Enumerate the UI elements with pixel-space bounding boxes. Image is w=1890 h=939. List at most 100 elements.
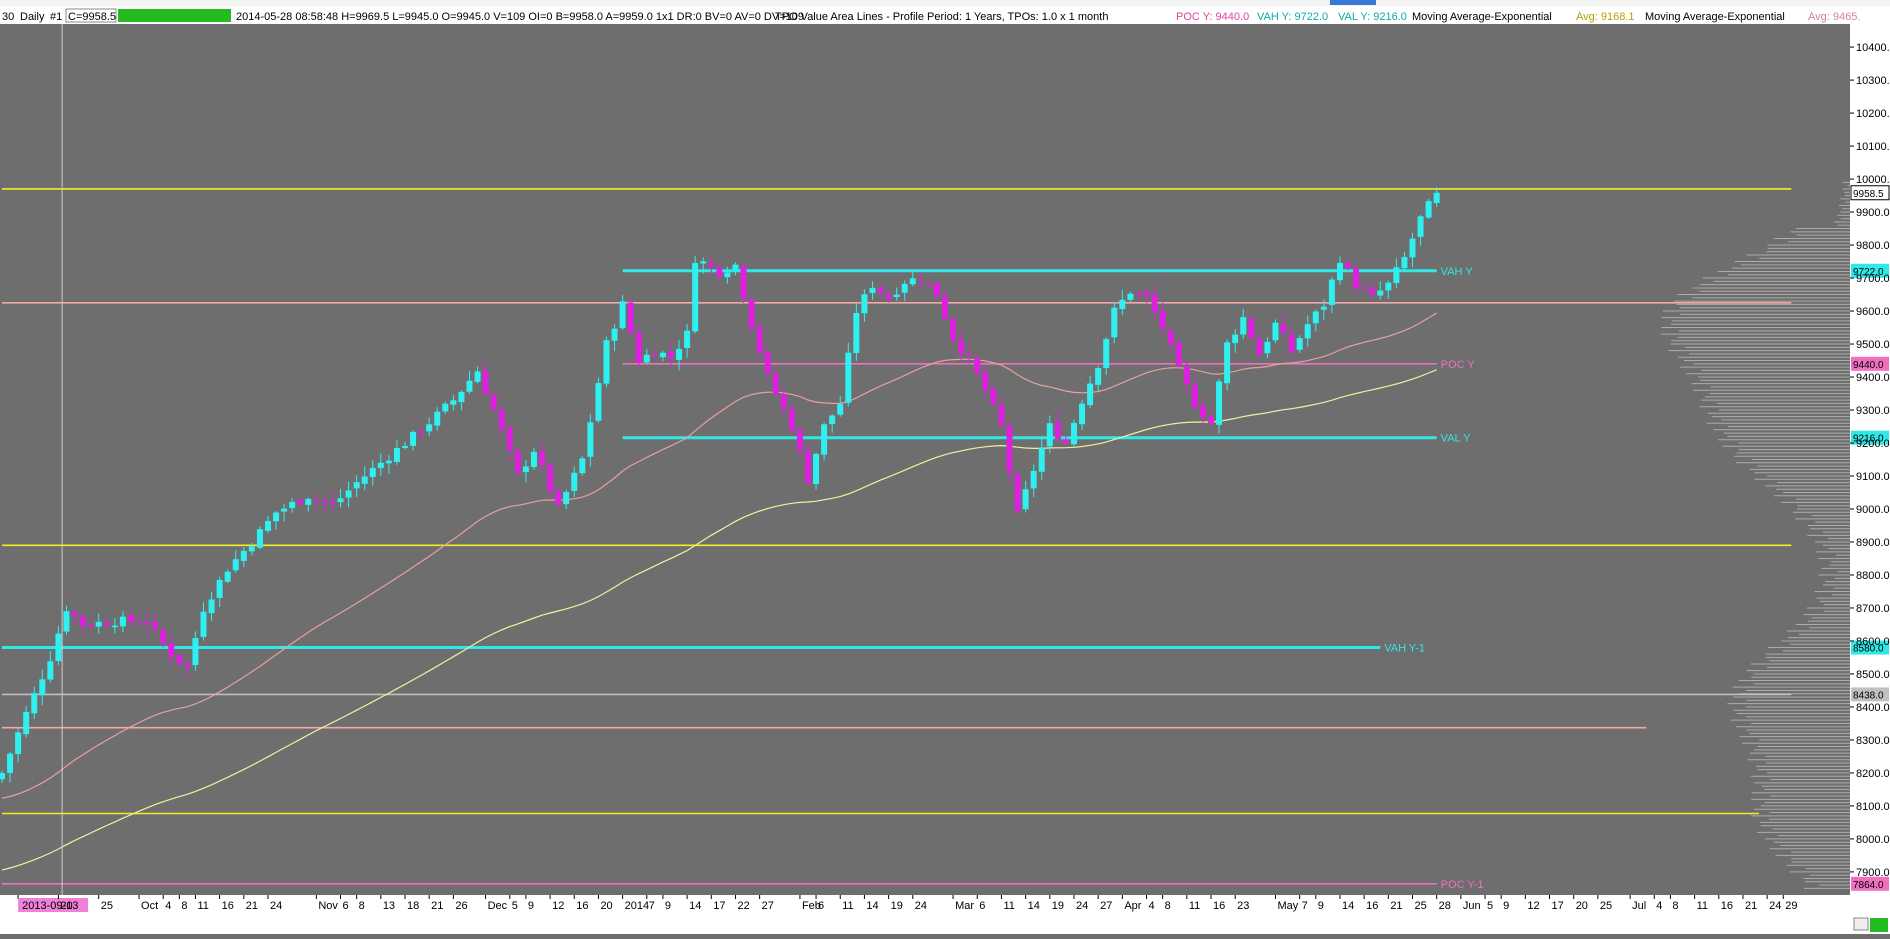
candle[interactable] <box>1272 319 1279 343</box>
candle-body <box>998 404 1005 425</box>
candle-body <box>1401 257 1408 269</box>
poc-y-line-price-tag-text: 9440.0 <box>1853 360 1884 371</box>
candlestick-chart[interactable]: 30 Daily #1 C=9958.5 2014-05-28 08:58:48 H=9… <box>0 0 1890 934</box>
candle-body <box>1119 299 1126 310</box>
header-tpo-study: TPO Value Area Lines - Profile Period: 1… <box>775 11 1108 23</box>
candle-body <box>240 550 247 561</box>
y-tick-label: 9600.0 <box>1856 306 1890 318</box>
candle-body <box>256 529 263 548</box>
candle[interactable] <box>1014 469 1021 516</box>
chart-window[interactable]: 30 Daily #1 C=9958.5 2014-05-28 08:58:48 H=9… <box>0 0 1890 934</box>
candle-body <box>1087 383 1094 406</box>
candle[interactable] <box>1425 198 1432 220</box>
candle[interactable] <box>933 281 940 299</box>
candle[interactable] <box>627 296 634 338</box>
candle-body <box>514 450 521 474</box>
candle-body <box>1361 287 1368 289</box>
candle-body <box>1151 294 1158 312</box>
candle[interactable] <box>595 377 602 423</box>
candle-body <box>329 502 336 505</box>
candle-body <box>7 753 14 773</box>
y-tick-label: 9200.0 <box>1856 438 1890 450</box>
candle-body <box>635 332 642 364</box>
candle-body <box>1127 293 1134 300</box>
x-tick-label: 11 <box>1189 900 1200 912</box>
candle-body <box>1425 201 1432 218</box>
x-tick-label: 6 <box>818 900 824 912</box>
y-tick-label: 10200.0 <box>1856 108 1890 120</box>
candle[interactable] <box>579 456 586 476</box>
candle[interactable] <box>1248 316 1255 341</box>
candle-body <box>869 287 876 294</box>
candle-body <box>1030 470 1037 489</box>
candle[interactable] <box>1070 419 1077 448</box>
candle-body <box>377 462 384 469</box>
candle[interactable] <box>813 452 820 490</box>
candle[interactable] <box>256 526 263 550</box>
x-tick-label: 8 <box>359 900 365 912</box>
candle-body <box>23 711 30 735</box>
candle-body <box>87 624 94 627</box>
x-tick-label: Dec <box>488 900 508 912</box>
candle-body <box>700 261 707 264</box>
x-tick-label: 6 <box>979 900 985 912</box>
candle-body <box>1079 403 1086 425</box>
candle[interactable] <box>603 336 610 388</box>
x-tick-label: Jul <box>1632 900 1646 912</box>
x-tick-label: 24 <box>1769 900 1781 912</box>
candle-body <box>877 287 884 293</box>
candle-body <box>1345 262 1352 268</box>
x-tick-label: 14 <box>866 900 878 912</box>
active-tab-indicator[interactable] <box>1330 0 1376 5</box>
x-tick-label: 21 <box>246 900 258 912</box>
candle-body <box>1054 422 1061 440</box>
candle-body <box>402 445 408 448</box>
candle-body <box>764 351 771 374</box>
corner-indicator[interactable] <box>1870 918 1888 932</box>
y-tick-label: 8900.0 <box>1856 537 1890 549</box>
x-tick-label: 24 <box>270 900 282 912</box>
y-tick-label: 8200.0 <box>1856 768 1890 780</box>
y-tick-label: 9400.0 <box>1856 372 1890 384</box>
x-tick-label: 9 <box>528 900 534 912</box>
candle[interactable] <box>1175 338 1182 368</box>
candle-body <box>281 508 288 512</box>
candle-body <box>297 500 304 505</box>
candle[interactable] <box>1111 302 1118 344</box>
poc-y1-line-price-tag-text: 7864.0 <box>1853 880 1884 891</box>
x-tick-label: 16 <box>1213 900 1225 912</box>
x-tick-label: 22 <box>737 900 749 912</box>
candle-body <box>55 633 62 662</box>
candle-body <box>1183 366 1190 385</box>
candle-body <box>603 340 610 384</box>
x-tick-label: Jun <box>1463 900 1481 912</box>
x-tick-label: 16 <box>1721 900 1733 912</box>
x-tick-label: 11 <box>1697 900 1708 912</box>
candle-body <box>1175 342 1182 366</box>
x-tick-label: 12 <box>552 900 564 912</box>
x-tick-label: 25 <box>101 900 113 912</box>
x-tick-label: 5 <box>1487 900 1493 912</box>
candle[interactable] <box>514 448 521 477</box>
candle-body <box>1377 290 1384 296</box>
candle-body <box>482 370 489 394</box>
candle[interactable] <box>1224 339 1231 391</box>
x-tick-label: 4 <box>165 900 171 912</box>
header-ma1-value: Avg: 9168.1 <box>1576 11 1635 23</box>
candle-body <box>313 499 320 501</box>
candle-body <box>813 453 820 485</box>
candle-body <box>595 383 602 421</box>
candle-body <box>1256 338 1263 355</box>
candle-body <box>1433 192 1440 203</box>
candle-body <box>667 352 674 358</box>
scroll-button[interactable] <box>1853 917 1869 931</box>
candle[interactable] <box>692 255 699 334</box>
candle-body <box>780 394 787 409</box>
candle-body <box>958 339 965 354</box>
candle-body <box>611 328 618 341</box>
x-tick-label: 8 <box>1165 900 1171 912</box>
candle[interactable] <box>748 297 755 334</box>
candle[interactable] <box>740 263 747 304</box>
candle-body <box>79 616 86 626</box>
candle-body <box>893 294 900 298</box>
